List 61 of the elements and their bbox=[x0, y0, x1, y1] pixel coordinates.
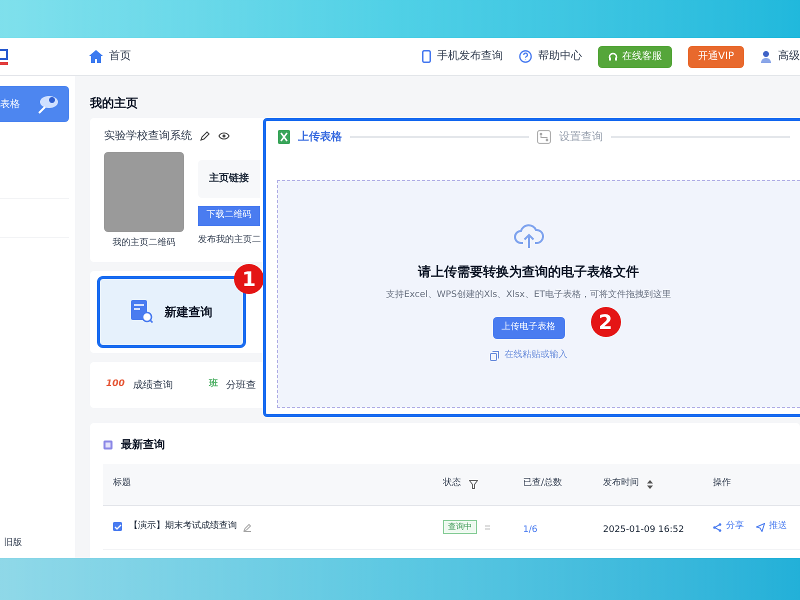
publish-time: 2025-01-09 16:52 bbox=[603, 525, 684, 535]
qr-caption: 我的主页二维码 bbox=[112, 236, 176, 250]
status-badge: 查询中 bbox=[443, 520, 477, 534]
column-header: 状态 bbox=[443, 477, 461, 490]
template-icon: 班 bbox=[208, 378, 218, 392]
column-header: 已查/总数 bbox=[523, 477, 562, 490]
page-title: 我的主页 bbox=[90, 95, 139, 112]
copy-icon bbox=[490, 350, 498, 360]
list-icon bbox=[103, 440, 113, 450]
share-icon bbox=[713, 522, 722, 532]
send-icon bbox=[756, 522, 765, 532]
row-action-link[interactable]: 分享 bbox=[713, 520, 744, 534]
publish-caption: 发布我的主页二 bbox=[198, 234, 261, 246]
user-link[interactable]: 高级 bbox=[760, 48, 800, 65]
column-header: 操作 bbox=[713, 477, 731, 490]
document-search-icon bbox=[130, 300, 152, 324]
sort-icon[interactable] bbox=[647, 480, 653, 488]
homepage-link-label: 主页链接 bbox=[209, 171, 249, 186]
sidebar-banner[interactable]: 表格 bbox=[0, 86, 69, 122]
view-count-link[interactable]: 1/6 bbox=[523, 525, 538, 535]
spreadsheet-icon bbox=[278, 130, 290, 144]
upload-spreadsheet-button[interactable]: 上传电子表格 bbox=[492, 316, 564, 339]
edit-icon bbox=[200, 131, 210, 142]
drag-handle-icon[interactable] bbox=[485, 524, 490, 530]
template-link[interactable]: 分班查 bbox=[226, 378, 256, 392]
filter-icon[interactable] bbox=[469, 480, 478, 488]
step-number-badge: 2 bbox=[590, 307, 620, 337]
file-drop-zone[interactable]: 请上传需要转换为查询的电子表格文件 支持Excel、WPS创建的Xls、Xlsx、ET电子表格，可将文件拖拽到这里 上传电子表格 2 在线粘贴或输入 bbox=[277, 180, 800, 408]
headset-icon bbox=[608, 52, 618, 62]
phone-icon bbox=[422, 50, 432, 63]
eye-icon bbox=[218, 132, 230, 140]
home-icon bbox=[89, 50, 103, 63]
site-name: 实验学校查询系统 bbox=[104, 128, 192, 144]
download-qr-button[interactable]: 下载二维码 bbox=[198, 206, 260, 226]
checked-document-icon bbox=[113, 522, 123, 532]
user-icon bbox=[760, 50, 772, 64]
paste-input-link[interactable]: 在线粘贴或输入 bbox=[490, 348, 568, 362]
vip-button[interactable]: 开通VIP bbox=[688, 46, 744, 68]
sidebar-banner-text: 表格 bbox=[0, 98, 20, 112]
row-action-link[interactable]: 推送 bbox=[756, 520, 787, 534]
column-header: 发布时间 bbox=[603, 477, 639, 490]
upload-heading: 请上传需要转换为查询的电子表格文件 bbox=[418, 264, 639, 282]
template-link[interactable]: 成绩查询 bbox=[132, 378, 173, 392]
new-query-label: 新建查询 bbox=[164, 304, 212, 321]
cloud-upload-icon bbox=[514, 223, 544, 249]
online-service-button[interactable]: 在线客服 bbox=[598, 46, 672, 68]
recent-queries-title: 最新查询 bbox=[121, 437, 165, 453]
phone-publish-link[interactable]: 手机发布查询 bbox=[422, 48, 504, 65]
flow-icon bbox=[537, 130, 551, 144]
template-icon: 100 bbox=[106, 378, 125, 392]
upload-step[interactable]: 上传表格 bbox=[278, 128, 342, 146]
upload-hint: 支持Excel、WPS创建的Xls、Xlsx、ET电子表格，可将文件拖拽到这里 bbox=[386, 288, 672, 302]
step-number-badge: 1 bbox=[234, 264, 264, 294]
help-link[interactable]: 帮助中心 bbox=[519, 48, 582, 65]
home-breadcrumb[interactable]: 首页 bbox=[109, 48, 131, 65]
upload-step[interactable]: 设置查询 bbox=[537, 128, 603, 146]
help-icon bbox=[519, 50, 532, 63]
logo-icon bbox=[0, 46, 10, 66]
old-version-link[interactable]: 旧版 bbox=[4, 538, 22, 548]
column-header: 标题 bbox=[113, 477, 131, 490]
query-title: 【演示】期末考试成绩查询 bbox=[129, 520, 237, 534]
